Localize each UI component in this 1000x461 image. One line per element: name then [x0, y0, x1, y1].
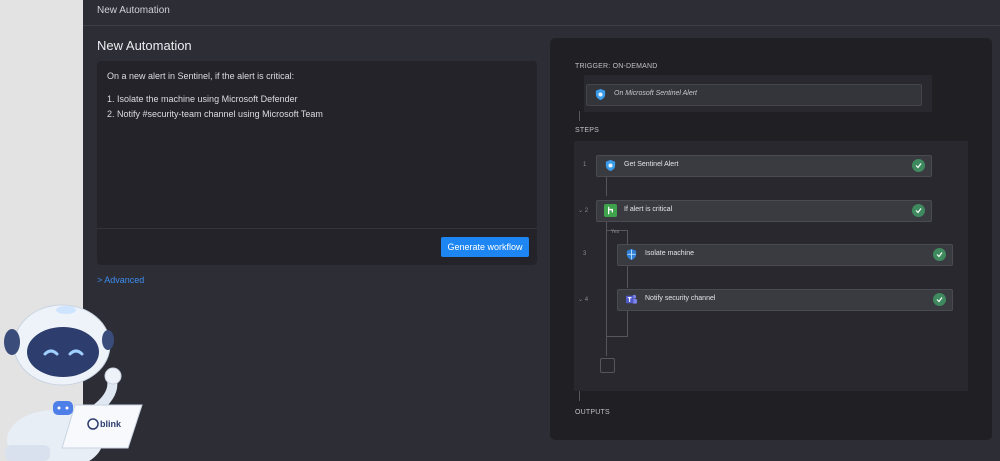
teams-icon [625, 294, 638, 304]
step-card-notify-security-channel[interactable]: Notify security channel [617, 289, 953, 311]
step-card-get-sentinel-alert[interactable]: Get Sentinel Alert [596, 155, 932, 177]
connector-line [606, 336, 628, 337]
add-step-node[interactable] [600, 358, 615, 373]
step-label: Isolate machine [645, 250, 695, 257]
steps-section-label: STEPS [575, 127, 599, 134]
step-number: ⌄ 4 [578, 297, 589, 303]
prompt-line: 2. Notify #security-team channel using M… [107, 109, 323, 119]
page-title: New Automation [97, 38, 192, 53]
step-number: ⌄ 2 [578, 208, 589, 214]
steps-panel [574, 141, 968, 391]
top-bar: New Automation [83, 0, 1000, 26]
mascot-brand-text: blink [100, 419, 122, 429]
defender-shield-icon [626, 248, 637, 261]
connector-line [627, 230, 628, 244]
check-icon [912, 159, 925, 172]
trigger-label: On Microsoft Sentinel Alert [614, 90, 697, 97]
prompt-line: 1. Isolate the machine using Microsoft D… [107, 94, 298, 104]
prompt-input[interactable]: On a new alert in Sentinel, if the alert… [97, 61, 537, 265]
step-card-isolate-machine[interactable]: Isolate machine [617, 244, 953, 266]
step-label: If alert is critical [624, 206, 673, 213]
connector-line [579, 391, 580, 401]
sentinel-shield-icon [595, 88, 606, 101]
generate-workflow-button[interactable]: Generate workflow [441, 237, 529, 257]
sentinel-shield-icon [605, 159, 616, 172]
connector-line [627, 266, 628, 288]
check-icon [933, 248, 946, 261]
top-bar-title: New Automation [97, 5, 170, 16]
step-number: 3 [583, 251, 587, 257]
step-card-if-alert-critical[interactable]: If alert is critical [596, 200, 932, 222]
check-icon [933, 293, 946, 306]
workflow-canvas: TRIGGER: ON-DEMAND On Microsoft Sentinel… [550, 38, 992, 440]
yes-branch-label: Yes [611, 229, 620, 235]
check-icon [912, 204, 925, 217]
condition-branch-icon [604, 204, 617, 217]
step-label: Get Sentinel Alert [624, 161, 679, 168]
robot-mascot-illustration: blink [4, 304, 143, 461]
advanced-toggle-link[interactable]: > Advanced [97, 275, 144, 285]
prompt-line: On a new alert in Sentinel, if the alert… [107, 71, 295, 81]
trigger-card[interactable]: On Microsoft Sentinel Alert [586, 84, 922, 106]
connector-line [606, 177, 607, 196]
prompt-footer-divider [97, 228, 537, 229]
connector-line [579, 111, 580, 121]
outputs-section-label: OUTPUTS [575, 409, 610, 416]
step-label: Notify security channel [645, 295, 716, 302]
connector-line [627, 310, 628, 336]
step-number: 1 [583, 162, 587, 168]
trigger-section-label: TRIGGER: ON-DEMAND [575, 63, 658, 70]
